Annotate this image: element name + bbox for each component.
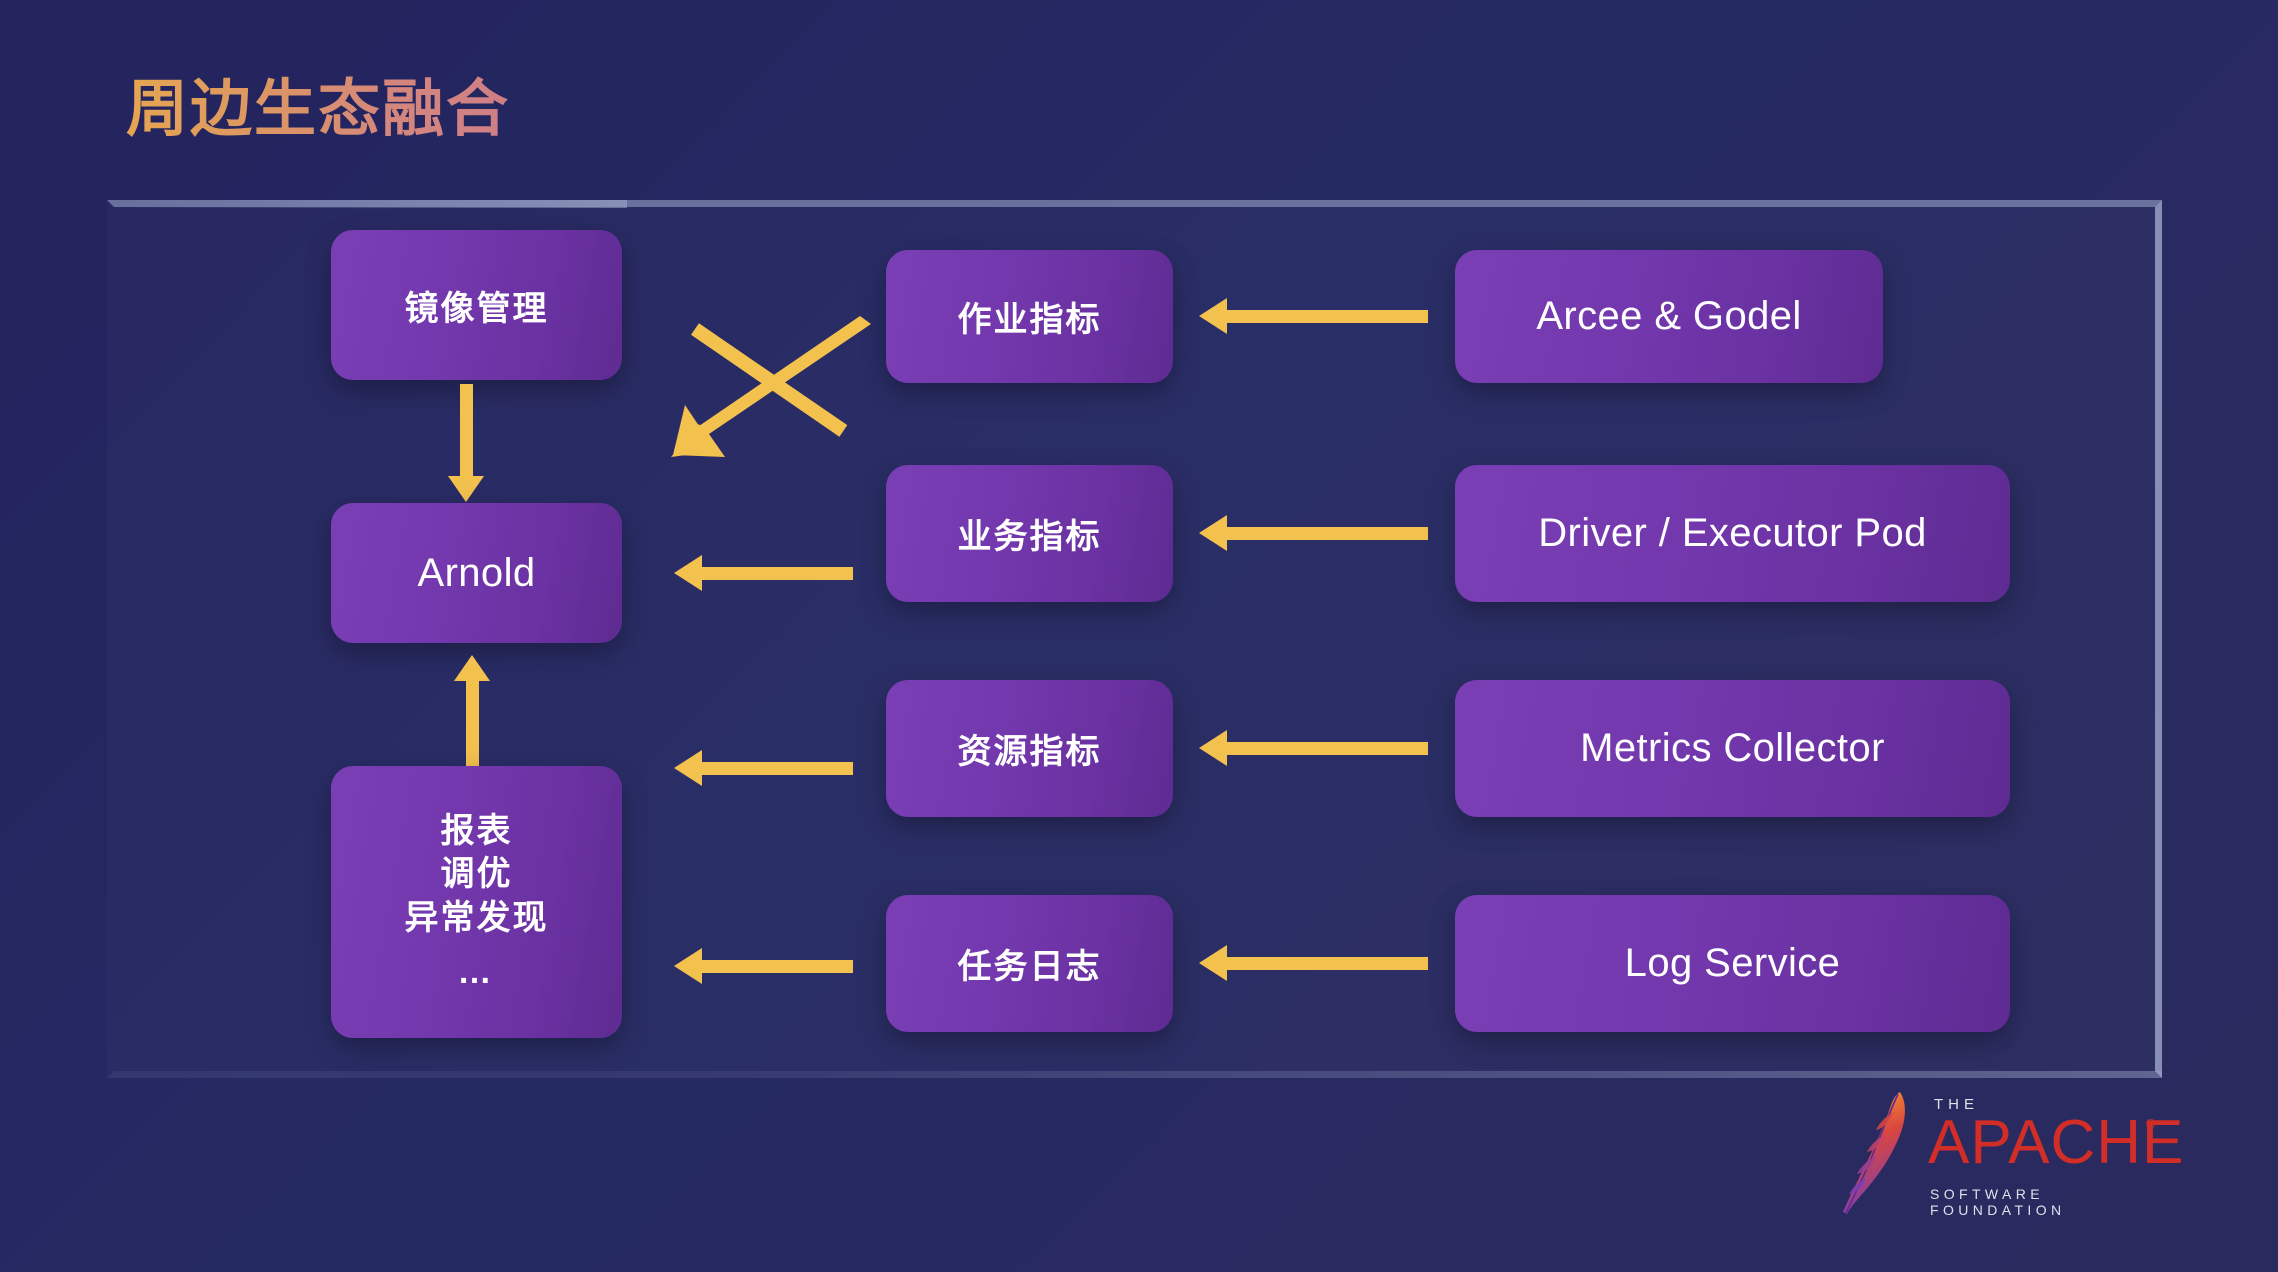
node-task-logs-label: 任务日志: [957, 948, 1102, 986]
node-log-service[interactable]: Log Service: [1455, 895, 2010, 1032]
apache-logo-registered-mark: ®: [2146, 1116, 2156, 1131]
arrow-head-left-icon: [1199, 730, 1227, 766]
node-job-metrics-label: 作业指标: [957, 301, 1102, 339]
arrow-resource-metrics-to-reports: [674, 750, 853, 786]
node-business-metrics-label: 业务指标: [957, 518, 1102, 556]
arrow-head-left-icon: [674, 948, 702, 984]
arrow-head-left-icon: [1199, 515, 1227, 551]
node-task-logs[interactable]: 任务日志: [886, 895, 1173, 1032]
arrow-business-metrics-to-arnold: [674, 555, 853, 591]
node-resource-metrics-label: 资源指标: [957, 733, 1102, 771]
node-driver-executor-pod[interactable]: Driver / Executor Pod: [1455, 465, 2010, 602]
node-resource-metrics[interactable]: 资源指标: [886, 680, 1173, 817]
node-log-service-label: Log Service: [1624, 941, 1841, 985]
node-reports-ellipsis: …: [457, 952, 496, 991]
arrow-job-metrics-to-arnold-diagonal: [671, 316, 871, 457]
node-image-management[interactable]: 镜像管理: [331, 230, 622, 380]
node-reports-line-1: 报表: [440, 811, 513, 850]
arrow-head-left-icon: [674, 750, 702, 786]
slide-root: 周边生态融合 镜像管理 Arnold 报表 调优 异常发现 … 作业指标 业务指…: [0, 0, 2278, 1272]
arrow-head-left-icon: [674, 555, 702, 591]
node-driver-executor-pod-label: Driver / Executor Pod: [1538, 511, 1927, 555]
diagram-frame-bottom-fade: [700, 1071, 2162, 1078]
page-title: 周边生态融合: [126, 58, 510, 148]
arrow-driver-executor-to-business-metrics: [1199, 515, 1428, 551]
arrow-head-left-icon: [1199, 945, 1227, 981]
apache-logo-subtitle: SOFTWARE FOUNDATION: [1930, 1186, 2066, 1218]
node-business-metrics[interactable]: 业务指标: [886, 465, 1173, 602]
diagram-frame-top-fade: [107, 200, 627, 208]
arrow-head-down-icon: [448, 476, 484, 502]
node-reports[interactable]: 报表 调优 异常发现 …: [331, 766, 622, 1038]
node-arnold[interactable]: Arnold: [331, 503, 622, 643]
arrow-reports-to-arnold: [454, 655, 490, 769]
arrow-task-logs-to-reports: [674, 948, 853, 984]
node-metrics-collector[interactable]: Metrics Collector: [1455, 680, 2010, 817]
node-arcee-godel-label: Arcee & Godel: [1536, 294, 1802, 338]
arrow-head-up-icon: [454, 655, 490, 681]
node-reports-line-2: 调优: [440, 855, 513, 894]
node-reports-line-3: 异常发现: [404, 899, 549, 937]
apache-foundation-logo: THE APACHE ® SOFTWARE FOUNDATION: [1838, 1086, 2183, 1218]
node-metrics-collector-label: Metrics Collector: [1580, 726, 1885, 770]
arrow-head-left-icon: [1199, 298, 1227, 334]
arrow-arcee-godel-to-job-metrics: [1199, 298, 1428, 334]
node-arnold-label: Arnold: [417, 550, 536, 595]
node-job-metrics[interactable]: 作业指标: [886, 250, 1173, 383]
node-image-management-label: 镜像管理: [404, 289, 549, 328]
arrow-log-service-to-task-logs: [1199, 945, 1428, 981]
apache-feather-icon: [1843, 1092, 1905, 1214]
node-arcee-godel[interactable]: Arcee & Godel: [1455, 250, 1883, 383]
arrow-image-management-to-arnold: [448, 384, 484, 502]
arrow-metrics-collector-to-resource-metrics: [1199, 730, 1428, 766]
